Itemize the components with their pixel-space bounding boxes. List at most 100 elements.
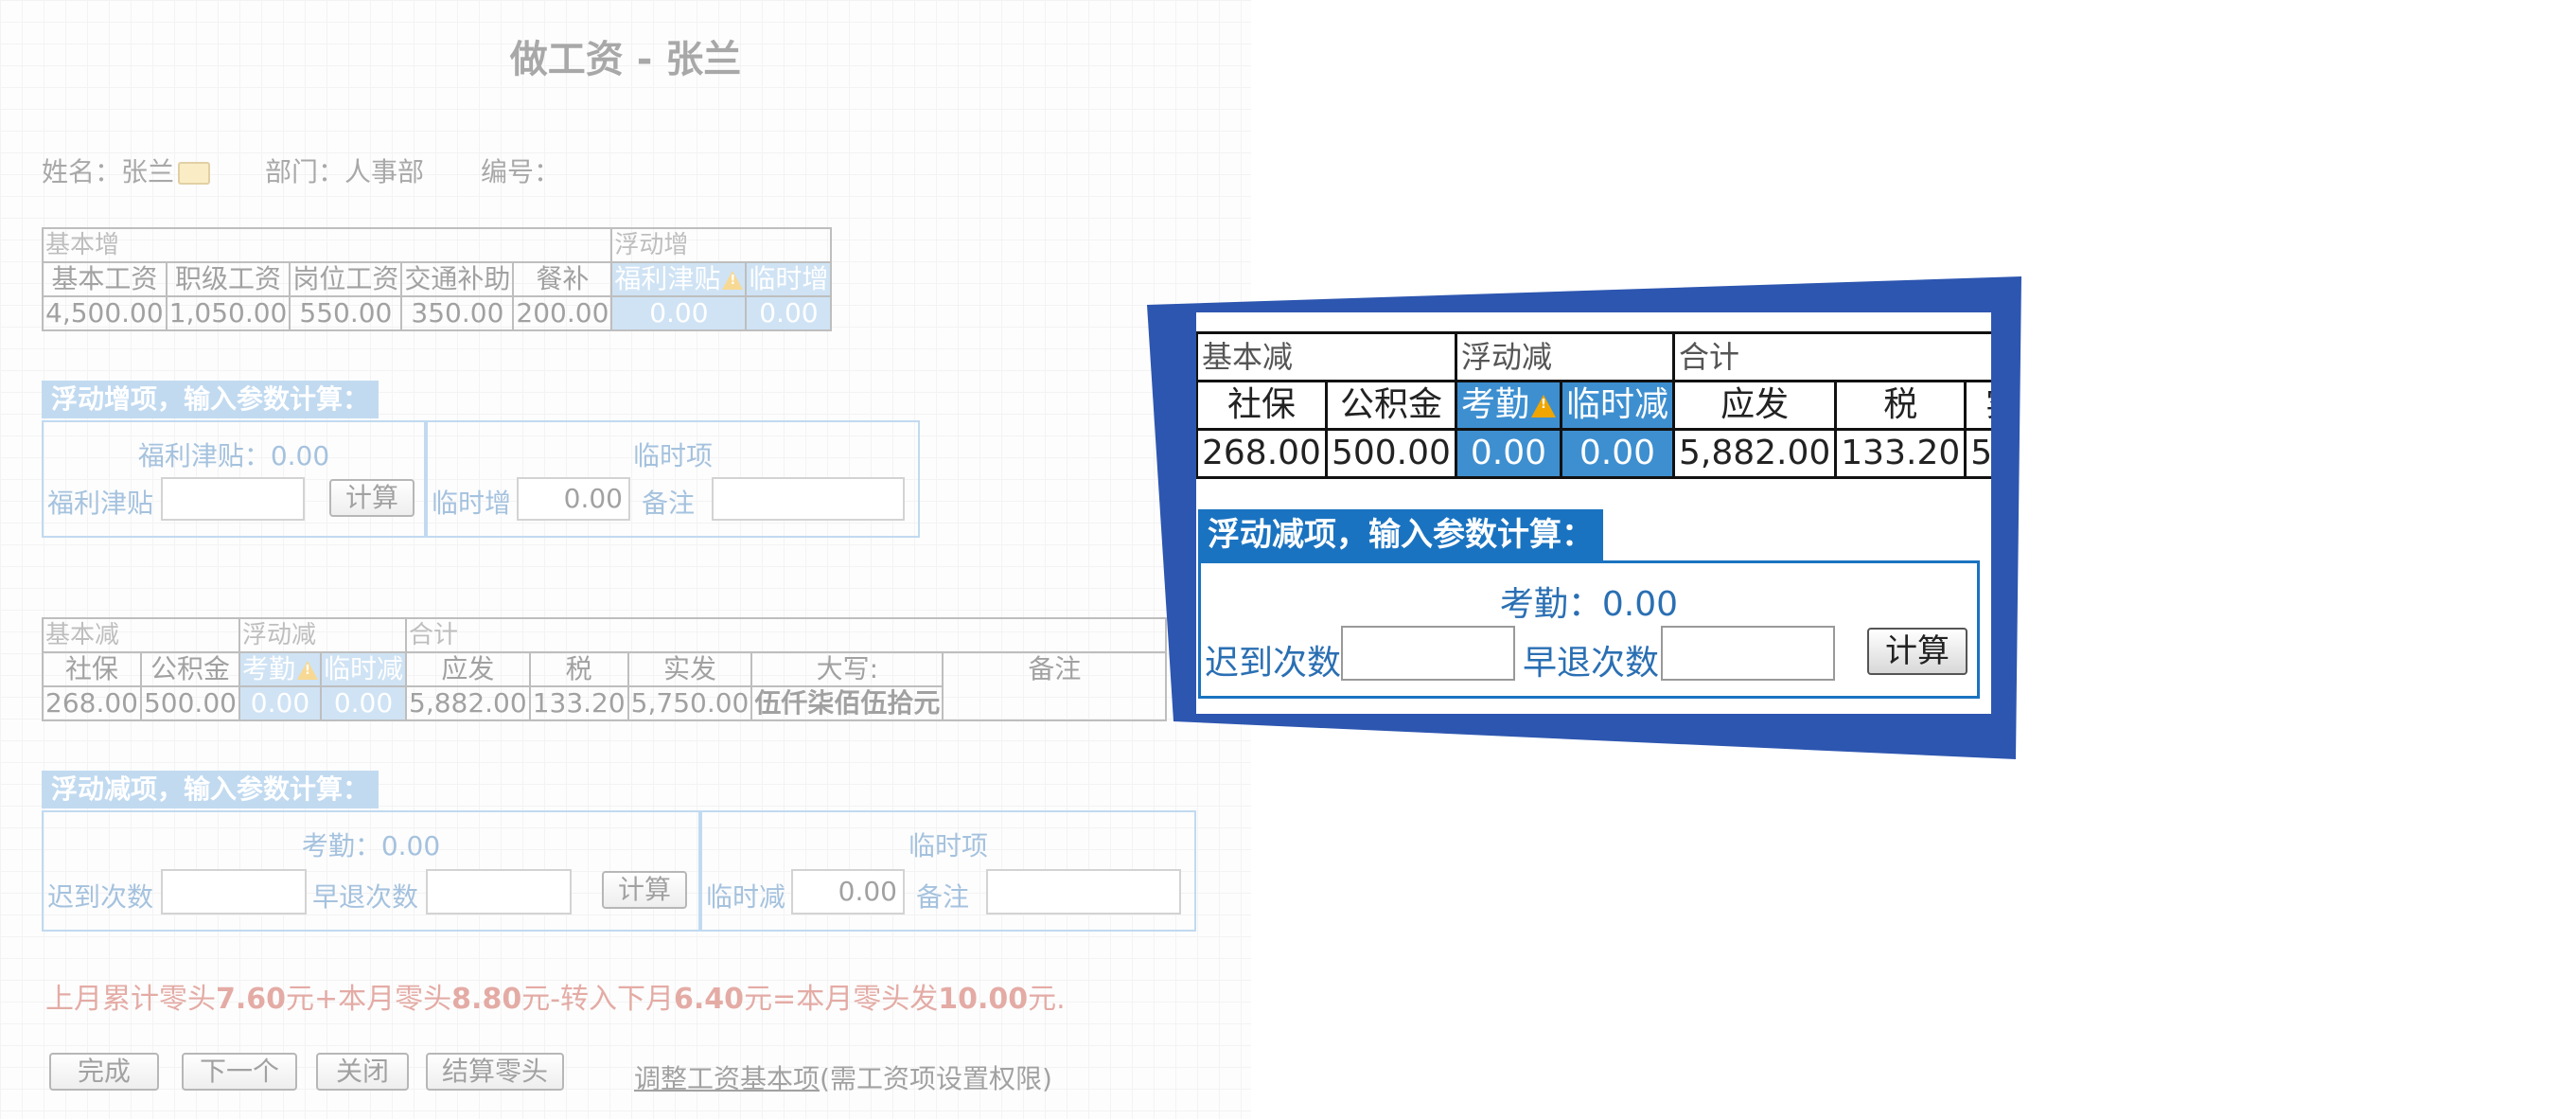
carry-over-value: 6.40	[674, 983, 745, 1016]
temp-deduct-remark-input[interactable]	[986, 869, 1181, 915]
next-button[interactable]: 下一个	[182, 1053, 297, 1091]
header-remark: 备注	[1028, 653, 1082, 684]
temp-add-input[interactable]: 0.00	[517, 477, 630, 521]
adjust-salary-link[interactable]: 调整工资基本项	[634, 1063, 820, 1094]
total-group: 合计	[404, 617, 1168, 653]
temp-add-remark-input[interactable]	[712, 477, 905, 521]
zoom-early-count-input[interactable]	[1661, 626, 1835, 681]
zoom-value-tax: 133.20	[1834, 428, 1967, 479]
zoom-header-tax: 税	[1834, 380, 1967, 431]
header-net: 实发	[626, 651, 753, 687]
header-attendance: 考勤	[238, 651, 322, 687]
header-capital: 大写:	[750, 651, 944, 687]
this-change-value: 8.80	[451, 983, 522, 1016]
zoom-value-gross: 5,882.00	[1671, 428, 1838, 479]
warning-icon	[1530, 395, 1556, 417]
zoom-deductions-table: 基本减 浮动减 合计 社保 公积金 考勤 临时减 应发 税 实发 268.00 …	[1196, 331, 1991, 479]
attendance-calc-panel: 考勤：0.00 迟到次数 早退次数 计算	[42, 810, 700, 932]
welfare-input[interactable]	[161, 477, 305, 521]
basic-add-group: 基本增	[41, 227, 613, 263]
header-tax: 税	[528, 651, 629, 687]
zoom-basic-deduct-group: 基本减	[1196, 331, 1457, 382]
zoom-float-deduct-heading: 浮动减项，输入参数计算：	[1198, 509, 1603, 560]
zoom-header-social: 社保	[1196, 380, 1328, 431]
zoom-header-net: 实发	[1964, 380, 1991, 431]
value-gross: 5,882.00	[405, 685, 531, 721]
value-attendance: 0.00	[238, 685, 322, 721]
employee-name: 姓名：张兰	[42, 151, 211, 189]
zoom-float-deduct-group: 浮动减	[1454, 331, 1675, 382]
folder-icon[interactable]	[178, 162, 211, 185]
temp-add-label: 临时增	[432, 488, 512, 519]
done-button[interactable]: 完成	[49, 1053, 159, 1091]
remark-cell[interactable]: 备注	[942, 651, 1168, 721]
employee-id-label: 编号：	[481, 156, 561, 187]
temp-add-remark-label: 备注	[642, 488, 696, 519]
warning-icon	[722, 271, 744, 290]
zoom-attendance-result: 考勤：0.00	[1499, 585, 1679, 624]
settle-change-button[interactable]: 结算零头	[426, 1053, 564, 1091]
name-label: 姓名：张兰	[42, 156, 175, 187]
value-tax: 133.20	[528, 685, 629, 721]
header-welfare: 福利津贴	[610, 261, 748, 297]
float-deduct-group: 浮动减	[238, 617, 408, 653]
temp-deduct-panel: 临时项 临时减 0.00 备注	[700, 810, 1196, 932]
header-transport: 交通补助	[400, 261, 515, 297]
zoom-value-fund: 500.00	[1324, 428, 1457, 479]
zoom-value-temp-deduct: 0.00	[1559, 428, 1675, 479]
value-temp-deduct: 0.00	[319, 685, 408, 721]
temp-deduct-remark-label: 备注	[916, 881, 970, 913]
header-rank-salary: 职级工资	[165, 261, 291, 297]
zoom-total-group: 合计	[1671, 331, 1991, 382]
change-paid-value: 10.00	[938, 983, 1029, 1016]
header-temp-add: 临时增	[745, 261, 833, 297]
value-welfare: 0.00	[610, 295, 748, 331]
zoom-callout: 基本减 浮动减 合计 社保 公积金 考勤 临时减 应发 税 实发 268.00 …	[1196, 312, 1991, 714]
welfare-input-label: 福利津贴	[47, 488, 154, 519]
float-add-group: 浮动增	[610, 227, 833, 263]
zoom-late-count-label: 迟到次数	[1205, 644, 1342, 683]
change-summary: 上月累计零头7.60元+本月零头8.80元-转入下月6.40元=本月零头发10.…	[45, 983, 1066, 1016]
zoom-header-fund: 公积金	[1324, 380, 1457, 431]
temp-add-title: 临时项	[632, 440, 713, 471]
value-meal: 200.00	[512, 295, 613, 331]
late-count-label: 迟到次数	[47, 881, 154, 913]
attendance-result: 考勤：0.00	[301, 830, 441, 861]
close-button[interactable]: 关闭	[316, 1053, 409, 1091]
attendance-calc-button[interactable]: 计算	[602, 871, 687, 909]
value-fund: 500.00	[139, 685, 240, 721]
value-base-salary: 4,500.00	[42, 295, 168, 331]
adjust-salary-link-row: 调整工资基本项(需工资项设置权限)	[634, 1058, 1052, 1096]
value-transport: 350.00	[400, 295, 515, 331]
additions-table: 基本增 浮动增 基本工资 职级工资 岗位工资 交通补助 餐补 福利津贴 临时增 …	[41, 227, 833, 331]
welfare-result: 福利津贴：0.00	[137, 440, 330, 471]
zoom-value-attendance: 0.00	[1454, 428, 1562, 479]
adjust-salary-note: (需工资项设置权限)	[820, 1063, 1052, 1094]
zoom-attendance-calc-panel: 考勤：0.00 迟到次数 早退次数 计算	[1198, 560, 1980, 699]
early-count-label: 早退次数	[312, 881, 419, 913]
value-net: 5,750.00	[626, 685, 753, 721]
salary-form-background: 做工资 - 张兰 姓名：张兰 部门：人事部 编号： 基本增 浮动增 基本工资 职…	[0, 0, 1251, 1119]
zoom-attendance-calc-button[interactable]: 计算	[1867, 628, 1967, 675]
temp-deduct-title: 临时项	[908, 830, 988, 861]
late-count-input[interactable]	[161, 869, 307, 915]
zoom-early-count-label: 早退次数	[1523, 644, 1660, 683]
zoom-header-temp-deduct: 临时减	[1559, 380, 1675, 431]
value-temp-add: 0.00	[745, 295, 833, 331]
temp-deduct-input[interactable]: 0.00	[791, 869, 905, 915]
early-count-input[interactable]	[426, 869, 572, 915]
prev-change-value: 7.60	[216, 983, 287, 1016]
header-post-salary: 岗位工资	[289, 261, 403, 297]
float-deduct-heading: 浮动减项，输入参数计算：	[42, 771, 379, 808]
header-meal: 餐补	[512, 261, 613, 297]
zoom-header-gross: 应发	[1671, 380, 1838, 431]
float-add-heading: 浮动增项，输入参数计算：	[42, 381, 379, 418]
zoom-late-count-input[interactable]	[1341, 626, 1515, 681]
temp-add-panel: 临时项 临时增 0.00 备注	[426, 420, 920, 538]
value-post-salary: 550.00	[289, 295, 403, 331]
value-rank-salary: 1,050.00	[165, 295, 291, 331]
welfare-calc-button[interactable]: 计算	[329, 479, 415, 517]
header-gross: 应发	[405, 651, 531, 687]
warning-icon	[296, 661, 318, 680]
header-base-salary: 基本工资	[42, 261, 168, 297]
